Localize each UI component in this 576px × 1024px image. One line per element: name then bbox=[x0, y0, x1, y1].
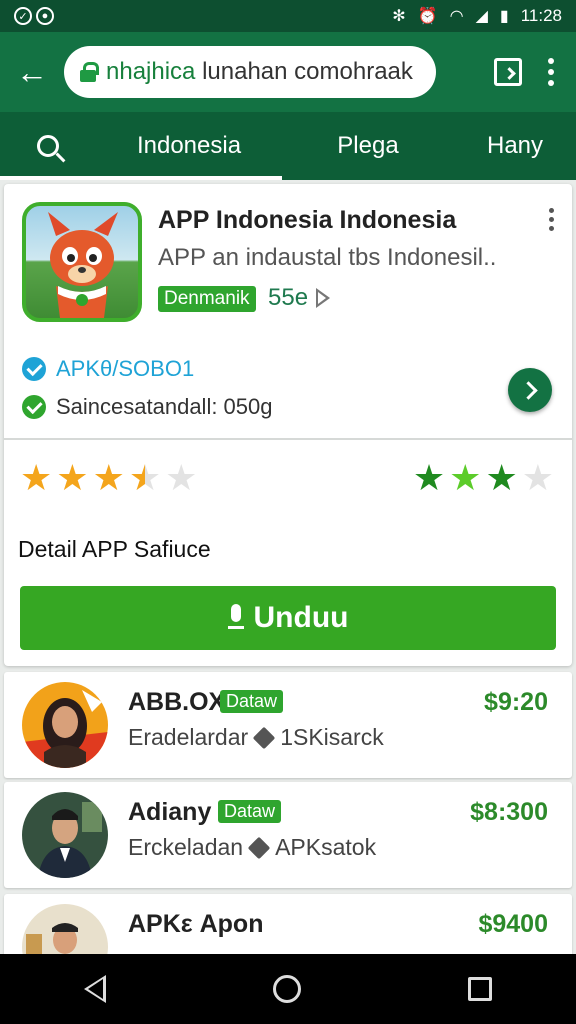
search-tab-indicator bbox=[0, 176, 124, 180]
star-half-icon: ★ bbox=[128, 457, 162, 498]
version-text: APKθ/SOBO1 bbox=[56, 356, 195, 381]
app-detail-card: APP Indonesia Indonesia APP an indaustal… bbox=[4, 184, 572, 666]
app-icon[interactable] bbox=[22, 202, 142, 322]
item-title: ABB.OX bbox=[128, 688, 226, 716]
star-full-icon: ★ bbox=[449, 457, 482, 498]
item-price: $9:20 bbox=[484, 688, 548, 716]
search-tab[interactable] bbox=[0, 112, 96, 180]
item-subtitle: Eradelardar 1SKisarck bbox=[128, 724, 384, 751]
tag-icon bbox=[252, 726, 276, 749]
item-sub-left: Erckeladan bbox=[128, 834, 244, 860]
browser-toolbar: ← nhajhica lunahan comohraak bbox=[0, 32, 576, 112]
tab-plega[interactable]: Plega bbox=[282, 112, 454, 180]
size-info-text: Saincesatandall: 050g bbox=[56, 394, 273, 419]
item-price: $8:300 bbox=[470, 798, 548, 826]
notification-icon: ✓ bbox=[14, 7, 32, 25]
bluetooth-icon: ✻ bbox=[392, 8, 406, 25]
download-label: Unduu bbox=[253, 601, 349, 634]
lock-icon bbox=[80, 62, 99, 82]
url-rest: lunahan comohraak bbox=[195, 58, 413, 85]
size-info-row: Saincesatandall: 050g bbox=[22, 394, 273, 420]
item-badge: Dataw bbox=[218, 800, 282, 823]
battery-icon: ▮ bbox=[499, 8, 509, 25]
system-nav-bar bbox=[0, 954, 576, 1024]
back-arrow-icon[interactable]: ← bbox=[0, 40, 64, 104]
list-item[interactable]: ABB.OX Dataw Eradelardar 1SKisarck $9:20 bbox=[4, 672, 572, 778]
star-empty-icon: ★ bbox=[521, 457, 554, 498]
item-sub-right: APKsatok bbox=[275, 834, 377, 860]
item-sub-left: Eradelardar bbox=[128, 724, 249, 750]
developer-badge: Denmanik bbox=[158, 286, 256, 312]
item-sub-right: 1SKisarck bbox=[280, 724, 384, 750]
app-description: APP an indaustal tbs Indonesil.. bbox=[158, 244, 497, 271]
notification-icon: ● bbox=[36, 7, 54, 25]
url-text[interactable]: nhajhica lunahan comohraak bbox=[106, 58, 413, 86]
item-price: $9400 bbox=[478, 910, 548, 938]
status-right-icons: ✻ ⏰ ◠ ◢ ▮ 11:28 bbox=[392, 6, 562, 26]
nav-home-icon[interactable] bbox=[272, 975, 301, 1003]
avatar bbox=[22, 792, 108, 878]
verified-check-icon bbox=[22, 357, 46, 381]
version-row: APKθ/SOBO1 bbox=[22, 356, 194, 382]
play-icon[interactable] bbox=[316, 288, 330, 308]
rating-stars-right[interactable]: ★ ★ ★ ★ bbox=[413, 458, 554, 498]
download-button[interactable]: Unduu bbox=[20, 586, 556, 650]
fox-mascot-icon bbox=[48, 212, 118, 318]
status-bar: ✓ ● ✻ ⏰ ◠ ◢ ▮ 11:28 bbox=[0, 0, 576, 32]
card-menu-icon[interactable] bbox=[549, 208, 554, 231]
star-full-icon: ★ bbox=[56, 457, 89, 498]
star-full-icon: ★ bbox=[485, 457, 518, 498]
alarm-icon: ⏰ bbox=[417, 8, 438, 25]
nav-back-icon[interactable] bbox=[83, 975, 106, 1003]
download-icon bbox=[227, 604, 244, 632]
status-left-icons: ✓ ● bbox=[14, 7, 54, 25]
star-full-icon: ★ bbox=[20, 457, 53, 498]
url-highlight: nhajhica bbox=[106, 58, 196, 85]
safe-check-icon bbox=[22, 395, 46, 419]
item-title: APKε Apon bbox=[128, 910, 264, 938]
app-size: 55e bbox=[268, 284, 309, 311]
star-empty-icon: ★ bbox=[165, 457, 198, 498]
divider bbox=[4, 438, 572, 440]
nav-recents-icon[interactable] bbox=[468, 977, 493, 1001]
signal-icon: ◢ bbox=[475, 8, 488, 25]
list-item[interactable]: Adiany Dataw Erckeladan APKsatok $8:300 bbox=[4, 782, 572, 888]
wifi-icon: ◠ bbox=[449, 8, 464, 25]
item-subtitle: Erckeladan APKsatok bbox=[128, 834, 376, 861]
category-tab-bar: Indonesia Plega Hany bbox=[0, 112, 576, 180]
item-badge: Dataw bbox=[220, 690, 284, 713]
detail-label: Detail APP Safiuce bbox=[18, 536, 211, 562]
star-full-icon: ★ bbox=[92, 457, 125, 498]
url-bar[interactable]: nhajhica lunahan comohraak bbox=[64, 46, 436, 98]
overflow-menu-icon[interactable] bbox=[548, 58, 554, 86]
rating-stars-left[interactable]: ★ ★ ★ ★ ★ bbox=[20, 458, 197, 498]
status-time: 11:28 bbox=[520, 6, 562, 25]
item-title: Adiany bbox=[128, 798, 212, 826]
tab-switcher-icon[interactable] bbox=[494, 58, 522, 86]
tag-icon bbox=[247, 836, 271, 859]
avatar bbox=[22, 682, 108, 768]
tab-indonesia[interactable]: Indonesia bbox=[96, 112, 282, 180]
app-title: APP Indonesia Indonesia bbox=[158, 206, 457, 234]
next-arrow-button[interactable] bbox=[508, 368, 552, 412]
star-full-icon: ★ bbox=[412, 457, 446, 498]
tab-hany[interactable]: Hany bbox=[454, 112, 576, 180]
search-icon bbox=[37, 135, 59, 157]
